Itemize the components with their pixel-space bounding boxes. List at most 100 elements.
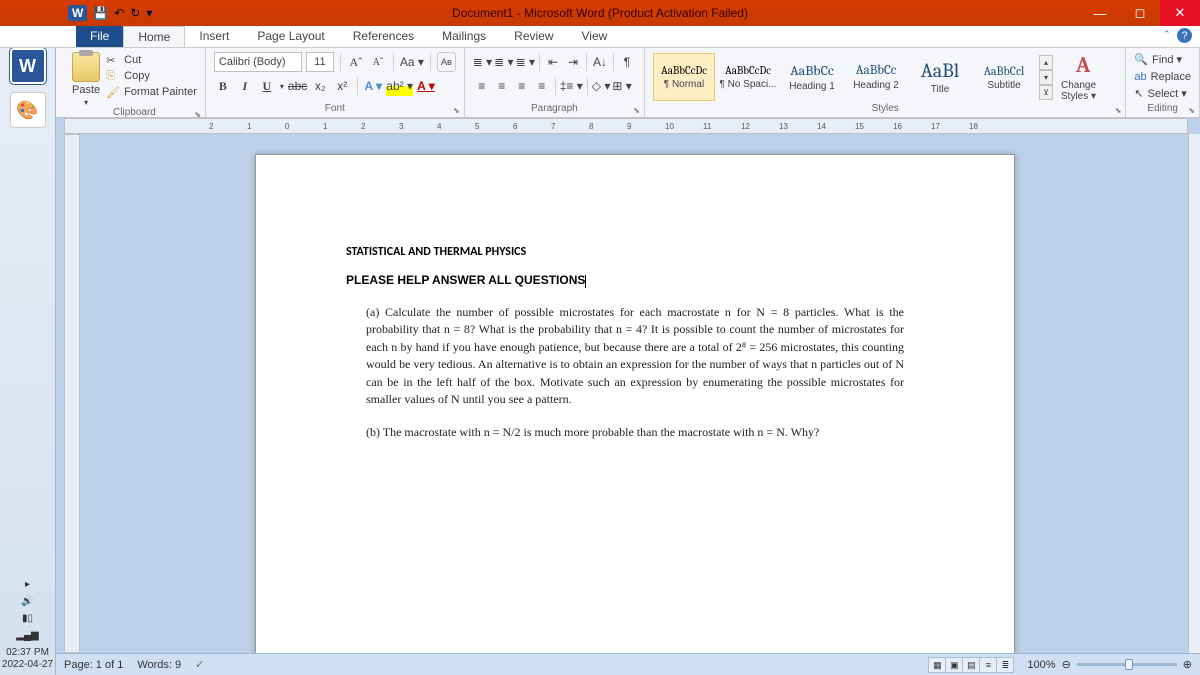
grow-font-button[interactable]: Aˆ [347, 52, 365, 72]
numbering-button[interactable]: ≣ ▾ [494, 52, 513, 72]
styles-more-icon[interactable]: ⊻ [1039, 85, 1053, 100]
web-layout-icon[interactable]: ▤ [962, 657, 980, 673]
line-spacing-button[interactable]: ‡≡ ▾ [560, 76, 583, 96]
shrink-font-button[interactable]: Aˇ [369, 52, 387, 72]
volume-icon[interactable]: 🔊 [21, 596, 33, 607]
bold-button[interactable]: B [214, 76, 232, 96]
align-left-button[interactable]: ≡ [473, 76, 491, 96]
font-color-button[interactable]: A ▾ [417, 76, 435, 96]
style-option[interactable]: AaBbCcDc¶ Normal [653, 53, 715, 101]
styles-gallery[interactable]: AaBbCcDc¶ NormalAaBbCcDc¶ No Spaci...AaB… [653, 52, 1117, 102]
copy-button[interactable]: ⎘Copy [106, 68, 197, 84]
replace-icon: ab [1134, 71, 1146, 83]
spell-check-icon[interactable]: ✓ [195, 658, 204, 671]
network-icon[interactable]: ▂▄▆ [16, 630, 38, 641]
zoom-control[interactable]: 100% ⊖ ⊕ [1027, 658, 1192, 671]
outline-icon[interactable]: ≡ [979, 657, 997, 673]
style-option[interactable]: AaBlTitle [909, 53, 971, 101]
qat-save-icon[interactable]: 💾 [93, 6, 108, 20]
style-option[interactable]: AaBbCcHeading 1 [781, 53, 843, 101]
tab-file[interactable]: File [76, 26, 123, 47]
text-effects-button[interactable]: A ▾ [364, 76, 382, 96]
close-button[interactable]: ✕ [1160, 0, 1200, 26]
increase-indent-button[interactable]: ⇥ [564, 52, 582, 72]
multilevel-list-button[interactable]: ≣ ▾ [516, 52, 535, 72]
qat-customize-icon[interactable]: ▾ [146, 6, 152, 20]
bullets-button[interactable]: ≣ ▾ [473, 52, 492, 72]
horizontal-ruler[interactable]: 210123456789101112131415161718 [64, 118, 1188, 134]
draft-icon[interactable]: ≣ [996, 657, 1014, 673]
cut-button[interactable]: ✂Cut [106, 52, 197, 68]
superscript-button[interactable]: x² [333, 76, 351, 96]
zoom-in-button[interactable]: ⊕ [1183, 658, 1192, 671]
paste-button[interactable]: Paste▾ [72, 52, 100, 107]
align-center-button[interactable]: ≡ [493, 76, 511, 96]
change-styles-button[interactable]: AChange Styles ▾ [1061, 52, 1105, 102]
zoom-out-button[interactable]: ⊖ [1062, 658, 1071, 671]
status-page[interactable]: Page: 1 of 1 [64, 659, 123, 671]
format-painter-button[interactable]: 🖌Format Painter [106, 84, 197, 100]
change-styles-icon: A [1076, 52, 1090, 78]
zoom-slider[interactable] [1077, 663, 1177, 666]
qat-undo-icon[interactable]: ↶ [114, 6, 124, 20]
justify-button[interactable]: ≡ [533, 76, 551, 96]
document-area[interactable]: STATISTICAL AND THERMAL PHYSICS PLEASE H… [82, 134, 1188, 653]
subscript-button[interactable]: x₂ [311, 76, 329, 96]
underline-button[interactable]: U [258, 76, 276, 96]
show-marks-button[interactable]: ¶ [618, 52, 636, 72]
font-size-dropdown[interactable]: 11 [306, 52, 334, 72]
document-page[interactable]: STATISTICAL AND THERMAL PHYSICS PLEASE H… [255, 154, 1015, 653]
tab-references[interactable]: References [339, 26, 428, 47]
find-button[interactable]: 🔍Find ▾ [1134, 52, 1191, 67]
change-case-button[interactable]: Aa ▾ [400, 52, 424, 72]
copy-icon: ⎘ [106, 70, 120, 82]
tab-insert[interactable]: Insert [185, 26, 243, 47]
taskbar-app-paint[interactable]: 🎨 [10, 92, 46, 128]
font-name-dropdown[interactable]: Calibri (Body) [214, 52, 302, 72]
group-clipboard: Paste▾ ✂Cut ⎘Copy 🖌Format Painter Clipbo… [64, 48, 206, 117]
status-words[interactable]: Words: 9 [137, 659, 181, 671]
title-bar: W 💾 ↶ ↻ ▾ Document1 - Microsoft Word (Pr… [0, 0, 1200, 26]
qat-redo-icon[interactable]: ↻ [130, 6, 140, 20]
clear-formatting-button[interactable]: Aʙ [437, 52, 456, 72]
print-layout-icon[interactable]: ▦ [928, 657, 946, 673]
style-option[interactable]: AaBbCcDc¶ No Spaci... [717, 53, 779, 101]
vertical-ruler[interactable] [64, 134, 80, 653]
zoom-level[interactable]: 100% [1027, 659, 1055, 671]
styles-down-icon[interactable]: ▾ [1039, 70, 1053, 85]
minimize-button[interactable]: — [1080, 0, 1120, 26]
ribbon-tabs: File Home Insert Page Layout References … [0, 26, 1200, 48]
replace-button[interactable]: abReplace [1134, 69, 1191, 84]
italic-button[interactable]: I [236, 76, 254, 96]
sort-button[interactable]: A↓ [591, 52, 609, 72]
borders-button[interactable]: ⊞ ▾ [612, 76, 631, 96]
battery-icon[interactable]: ▮▯ [22, 613, 33, 624]
align-right-button[interactable]: ≡ [513, 76, 531, 96]
tray-expand-icon[interactable]: ▸ [25, 579, 30, 590]
view-buttons[interactable]: ▦▣▤≡≣ [928, 657, 1013, 673]
taskbar-app-word[interactable]: W [10, 48, 46, 84]
highlight-button[interactable]: ab² ▾ [386, 76, 413, 96]
tab-mailings[interactable]: Mailings [428, 26, 500, 47]
strikethrough-button[interactable]: abc [288, 76, 307, 96]
question-b: (b) The macrostate with n = N/2 is much … [366, 424, 904, 441]
scissors-icon: ✂ [106, 54, 120, 66]
select-button[interactable]: ↖Select ▾ [1134, 86, 1191, 101]
decrease-indent-button[interactable]: ⇤ [544, 52, 562, 72]
full-screen-icon[interactable]: ▣ [945, 657, 963, 673]
maximize-button[interactable]: ◻ [1120, 0, 1160, 26]
tab-home[interactable]: Home [123, 26, 185, 47]
style-option[interactable]: AaBbCcHeading 2 [845, 53, 907, 101]
style-option[interactable]: AaBbCclSubtitle [973, 53, 1035, 101]
ribbon-minimize-icon[interactable]: ˆ [1165, 28, 1169, 43]
shading-button[interactable]: ◇ ▾ [592, 76, 611, 96]
tab-view[interactable]: View [568, 26, 622, 47]
vertical-scrollbar[interactable] [1188, 134, 1200, 653]
question-a: (a) Calculate the number of possible mic… [366, 304, 904, 408]
brush-icon: 🖌 [106, 86, 120, 98]
tab-review[interactable]: Review [500, 26, 567, 47]
tray-clock[interactable]: 02:37 PM 2022-04-27 [2, 647, 53, 671]
tab-page-layout[interactable]: Page Layout [243, 26, 338, 47]
styles-up-icon[interactable]: ▴ [1039, 55, 1053, 70]
help-icon[interactable]: ? [1177, 28, 1192, 43]
